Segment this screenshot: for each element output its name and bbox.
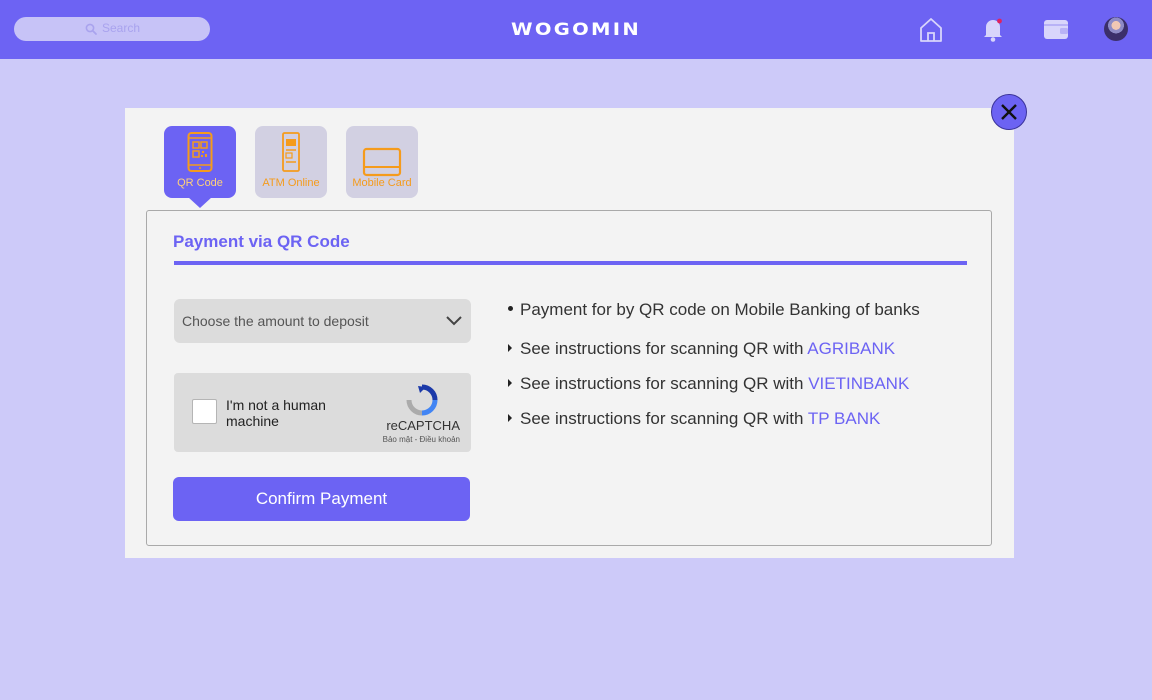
instruction-prefix: See instructions for scanning QR with [520, 339, 804, 358]
search-icon [85, 23, 97, 35]
arrow-icon [508, 379, 512, 387]
tab-atm-online[interactable]: ATM Online [255, 126, 327, 198]
tab-mobile-card[interactable]: Mobile Card [346, 126, 418, 198]
bullet-icon [508, 306, 513, 311]
info-text: Payment for by QR code on Mobile Banking… [508, 300, 920, 320]
info-text-label: Payment for by QR code on Mobile Banking… [520, 300, 920, 319]
top-bar: Search WOGOMIN [0, 0, 1152, 59]
instruction-item: See instructions for scanning QR with TP… [508, 409, 880, 429]
home-icon[interactable] [916, 14, 946, 44]
recaptcha-label: I'm not a human machine [226, 397, 326, 429]
search-placeholder: Search [102, 21, 141, 35]
recaptcha-logo-icon [406, 384, 438, 416]
amount-select[interactable]: Choose the amount to deposit [174, 299, 471, 343]
amount-select-placeholder: Choose the amount to deposit [182, 313, 369, 329]
panel-title: Payment via QR Code [173, 232, 350, 251]
recaptcha-widget: I'm not a human machine reCAPTCHA Bảo mậ… [174, 373, 471, 452]
qr-phone-icon [187, 132, 213, 172]
close-button[interactable] [991, 94, 1027, 130]
tab-label: Mobile Card [352, 177, 412, 189]
tab-qr-code[interactable]: QR Code [164, 126, 236, 198]
instruction-item: See instructions for scanning QR with VI… [508, 374, 909, 394]
arrow-icon [508, 344, 512, 352]
chevron-down-icon [446, 316, 462, 326]
instruction-item: See instructions for scanning QR with AG… [508, 339, 895, 359]
search-input[interactable]: Search [14, 17, 210, 41]
instruction-prefix: See instructions for scanning QR with [520, 374, 804, 393]
tab-label: QR Code [177, 177, 223, 189]
recaptcha-checkbox[interactable] [192, 399, 217, 424]
bell-icon[interactable] [978, 14, 1008, 44]
card-icon [362, 147, 402, 177]
recaptcha-terms[interactable]: Bảo mật - Điều khoản [383, 435, 460, 444]
bank-link-agribank[interactable]: AGRIBANK [807, 339, 895, 358]
tab-label: ATM Online [262, 177, 320, 189]
bank-link-tp-bank[interactable]: TP BANK [808, 409, 880, 428]
bank-link-vietinbank[interactable]: VIETINBANK [808, 374, 909, 393]
wallet-icon[interactable] [1041, 14, 1071, 44]
avatar[interactable] [1104, 17, 1128, 41]
instruction-prefix: See instructions for scanning QR with [520, 409, 804, 428]
title-underline [174, 261, 967, 265]
confirm-payment-button[interactable]: Confirm Payment [173, 477, 470, 521]
recaptcha-brand: reCAPTCHA [386, 418, 460, 433]
tab-pointer [188, 197, 212, 208]
logo[interactable]: WOGOMIN [496, 18, 657, 42]
atm-icon [282, 132, 300, 172]
arrow-icon [508, 414, 512, 422]
close-icon [1001, 104, 1017, 120]
